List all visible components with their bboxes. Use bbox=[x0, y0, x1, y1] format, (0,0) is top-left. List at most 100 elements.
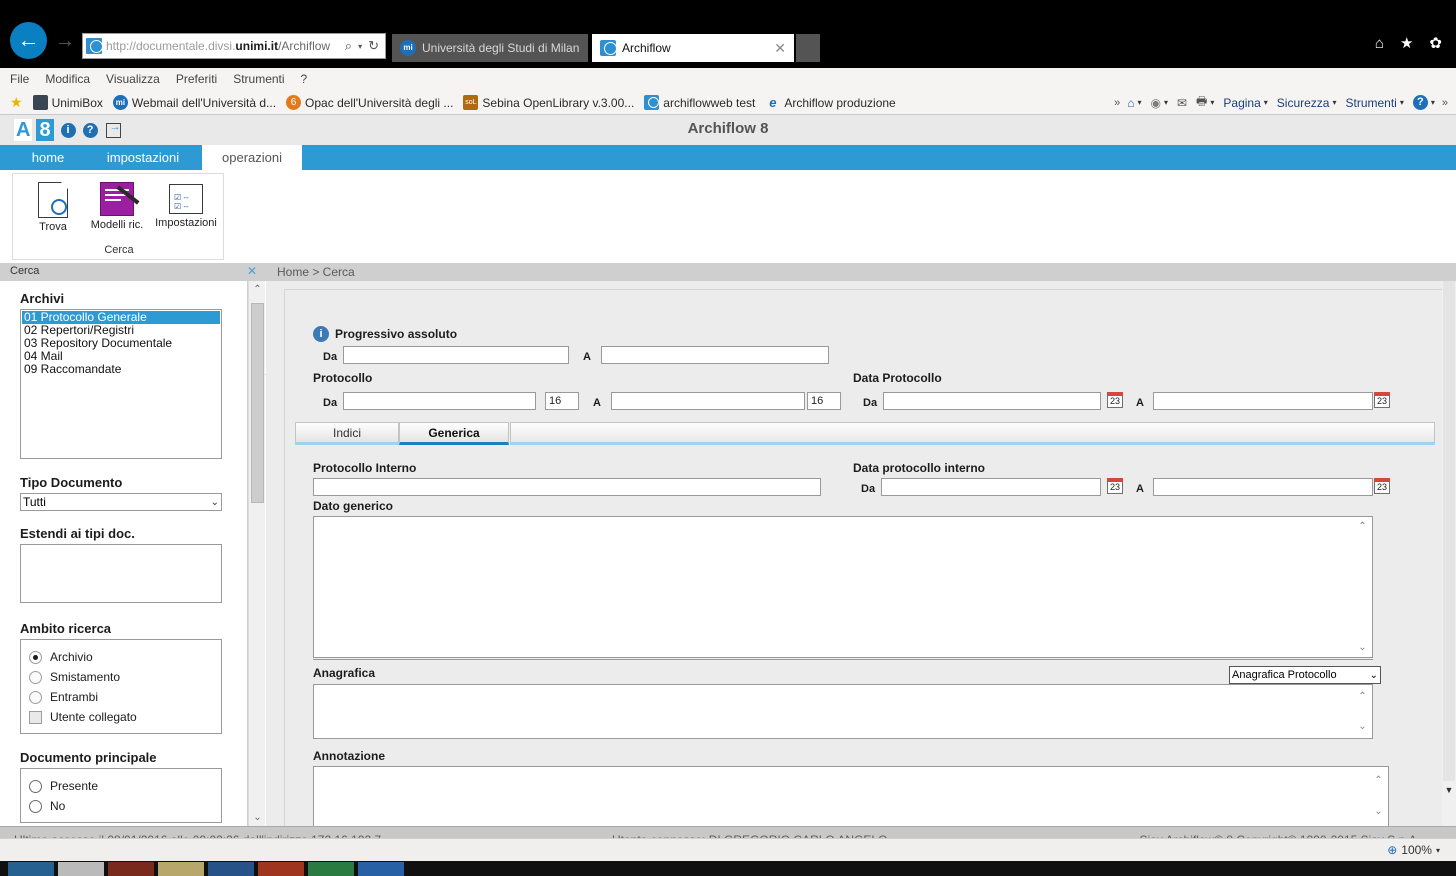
calendar-icon[interactable]: 23 bbox=[1107, 478, 1123, 494]
radio-icon[interactable] bbox=[29, 779, 42, 793]
favorite-archiflowweb-test[interactable]: archiflowweb test bbox=[644, 95, 755, 110]
checkbox-icon[interactable] bbox=[29, 710, 42, 724]
dato-generico-textarea[interactable]: ⌃ ⌄ bbox=[313, 516, 1373, 658]
scroll-up-icon[interactable]: ⌃ bbox=[1354, 688, 1371, 705]
home-icon[interactable]: ⌂ bbox=[1375, 36, 1384, 52]
browser-tab-archiflow[interactable]: Archiflow ✕ bbox=[592, 34, 794, 62]
estendi-tipi-doc-listbox[interactable] bbox=[20, 544, 222, 603]
ambito-option-entrambi[interactable]: Entrambi bbox=[21, 687, 221, 707]
protocollo-a-year[interactable]: 16 bbox=[807, 392, 841, 410]
zoom-indicator[interactable]: ⊕ 100% ▾ bbox=[1387, 843, 1440, 857]
menu-help[interactable]: ? bbox=[301, 72, 308, 86]
mail-button[interactable]: ✉ bbox=[1175, 96, 1189, 110]
scroll-up-icon[interactable]: ⌃ bbox=[1370, 772, 1387, 789]
progressivo-a-input[interactable] bbox=[601, 346, 829, 364]
refresh-icon[interactable]: ↻ bbox=[365, 38, 382, 54]
new-tab-button[interactable] bbox=[796, 34, 820, 62]
favorite-unimibox[interactable]: UnimiBox bbox=[32, 95, 103, 110]
trova-button[interactable]: Trova bbox=[21, 181, 85, 233]
settings-gear-icon[interactable]: ✿ bbox=[1429, 36, 1442, 52]
archivi-item-09[interactable]: 09 Raccomandate bbox=[22, 363, 220, 376]
taskbar-item[interactable] bbox=[358, 861, 404, 876]
data-protocollo-interno-a-input[interactable] bbox=[1153, 478, 1373, 496]
calendar-icon[interactable]: 23 bbox=[1374, 478, 1390, 494]
forward-button[interactable]: → bbox=[52, 28, 78, 54]
sidebar-scrollbar[interactable]: ⌃ ⌄ bbox=[248, 281, 265, 826]
overflow-chevron-icon[interactable]: » bbox=[1114, 97, 1120, 109]
close-icon[interactable]: ✕ bbox=[247, 264, 257, 278]
scroll-down-icon[interactable]: ⌄ bbox=[1370, 803, 1387, 820]
scrollbar-thumb[interactable] bbox=[251, 303, 264, 503]
menu-file[interactable]: File bbox=[10, 72, 29, 86]
progressivo-da-input[interactable] bbox=[343, 346, 569, 364]
address-bar[interactable]: http://documentale.divsi.unimi.it/Archif… bbox=[82, 33, 386, 59]
ambito-option-utente-collegato[interactable]: Utente collegato bbox=[21, 707, 221, 727]
scroll-down-icon[interactable]: ⌄ bbox=[1354, 639, 1371, 656]
scrollbar-thumb[interactable] bbox=[1443, 281, 1455, 781]
annotazione-textarea[interactable]: ⌃ ⌄ bbox=[313, 766, 1389, 826]
menu-preferiti[interactable]: Preferiti bbox=[176, 72, 217, 86]
docprinc-option-presente[interactable]: Presente bbox=[21, 776, 221, 796]
data-protocollo-interno-da-input[interactable] bbox=[881, 478, 1101, 496]
taskbar-item[interactable] bbox=[308, 861, 354, 876]
info-icon[interactable]: i bbox=[313, 326, 329, 342]
tab-indici[interactable]: Indici bbox=[295, 422, 399, 445]
sicurezza-menu[interactable]: Sicurezza ▾ bbox=[1275, 96, 1339, 110]
protocollo-da-year[interactable]: 16 bbox=[545, 392, 579, 410]
taskbar-item[interactable] bbox=[208, 861, 254, 876]
help-menu[interactable]: ? ▾ bbox=[1411, 95, 1437, 110]
ambito-option-smistamento[interactable]: Smistamento bbox=[21, 667, 221, 687]
scroll-down-icon[interactable]: ⌄ bbox=[1354, 718, 1371, 735]
taskbar-item[interactable] bbox=[258, 861, 304, 876]
menu-modifica[interactable]: Modifica bbox=[45, 72, 90, 86]
tab-generica[interactable]: Generica bbox=[399, 422, 509, 445]
protocollo-interno-input[interactable] bbox=[313, 478, 821, 496]
search-icon[interactable]: ⌕ bbox=[342, 38, 355, 54]
docprinc-option-no[interactable]: No bbox=[21, 796, 221, 816]
radio-icon[interactable] bbox=[29, 650, 42, 664]
main-scrollbar[interactable]: ▼ bbox=[1442, 281, 1456, 826]
tab-impostazioni[interactable]: impostazioni bbox=[88, 145, 198, 170]
feeds-button[interactable]: ◉ ▾ bbox=[1148, 96, 1170, 110]
scroll-up-icon[interactable]: ⌃ bbox=[1354, 518, 1371, 535]
radio-icon[interactable] bbox=[29, 670, 42, 684]
favorite-sebina[interactable]: soL Sebina OpenLibrary v.3.00... bbox=[463, 95, 634, 110]
protocollo-da-input[interactable] bbox=[343, 392, 536, 410]
taskbar-item[interactable] bbox=[58, 861, 104, 876]
print-button[interactable]: 🖶 ▾ bbox=[1194, 92, 1216, 113]
chevron-down-icon[interactable]: ▾ bbox=[355, 42, 365, 51]
overflow-chevron-icon[interactable]: » bbox=[1442, 97, 1448, 109]
taskbar-item[interactable] bbox=[8, 861, 54, 876]
tab-home[interactable]: home bbox=[12, 145, 84, 170]
browser-tab-unimi[interactable]: mi Università degli Studi di Milan... bbox=[392, 34, 588, 62]
favorite-archiflow-produzione[interactable]: e Archiflow produzione bbox=[765, 95, 896, 110]
scroll-up-icon[interactable]: ⌃ bbox=[249, 281, 266, 298]
scroll-down-icon[interactable]: ⌄ bbox=[249, 809, 266, 826]
calendar-icon[interactable]: 23 bbox=[1107, 392, 1123, 408]
textarea-scrollbar[interactable]: ⌃ ⌄ bbox=[1354, 686, 1371, 737]
favorite-opac[interactable]: 6 Opac dell'Università degli ... bbox=[286, 95, 453, 110]
favorites-star-icon[interactable]: ★ bbox=[1400, 36, 1413, 52]
impostazioni-button[interactable]: ☑ -- ☑ -- Impostazioni bbox=[151, 182, 221, 229]
calendar-icon[interactable]: 23 bbox=[1374, 392, 1390, 408]
pagina-menu[interactable]: Pagina ▾ bbox=[1221, 96, 1269, 110]
anagrafica-textarea[interactable]: ⌃ ⌄ bbox=[313, 684, 1373, 739]
textarea-scrollbar[interactable]: ⌃ ⌄ bbox=[1354, 518, 1371, 656]
tipo-documento-select[interactable]: Tutti ⌄ bbox=[20, 493, 222, 511]
home-button[interactable]: ⌂ ▾ bbox=[1125, 96, 1143, 110]
strumenti-menu[interactable]: Strumenti ▾ bbox=[1343, 96, 1405, 110]
data-protocollo-a-input[interactable] bbox=[1153, 392, 1373, 410]
close-icon[interactable]: ✕ bbox=[768, 40, 786, 57]
taskbar-item[interactable] bbox=[108, 861, 154, 876]
chevron-down-icon[interactable]: ▾ bbox=[1436, 846, 1440, 855]
taskbar-item[interactable] bbox=[158, 861, 204, 876]
anagrafica-type-select[interactable]: Anagrafica Protocollo ⌄ bbox=[1229, 666, 1381, 684]
back-button[interactable]: ← bbox=[10, 22, 47, 59]
tab-operazioni[interactable]: operazioni bbox=[202, 145, 302, 170]
radio-icon[interactable] bbox=[29, 690, 42, 704]
radio-icon[interactable] bbox=[29, 799, 42, 813]
menu-strumenti[interactable]: Strumenti bbox=[233, 72, 284, 86]
scroll-down-icon[interactable]: ▼ bbox=[1443, 783, 1455, 797]
menu-visualizza[interactable]: Visualizza bbox=[106, 72, 160, 86]
favorite-webmail[interactable]: mi Webmail dell'Università d... bbox=[112, 95, 276, 110]
